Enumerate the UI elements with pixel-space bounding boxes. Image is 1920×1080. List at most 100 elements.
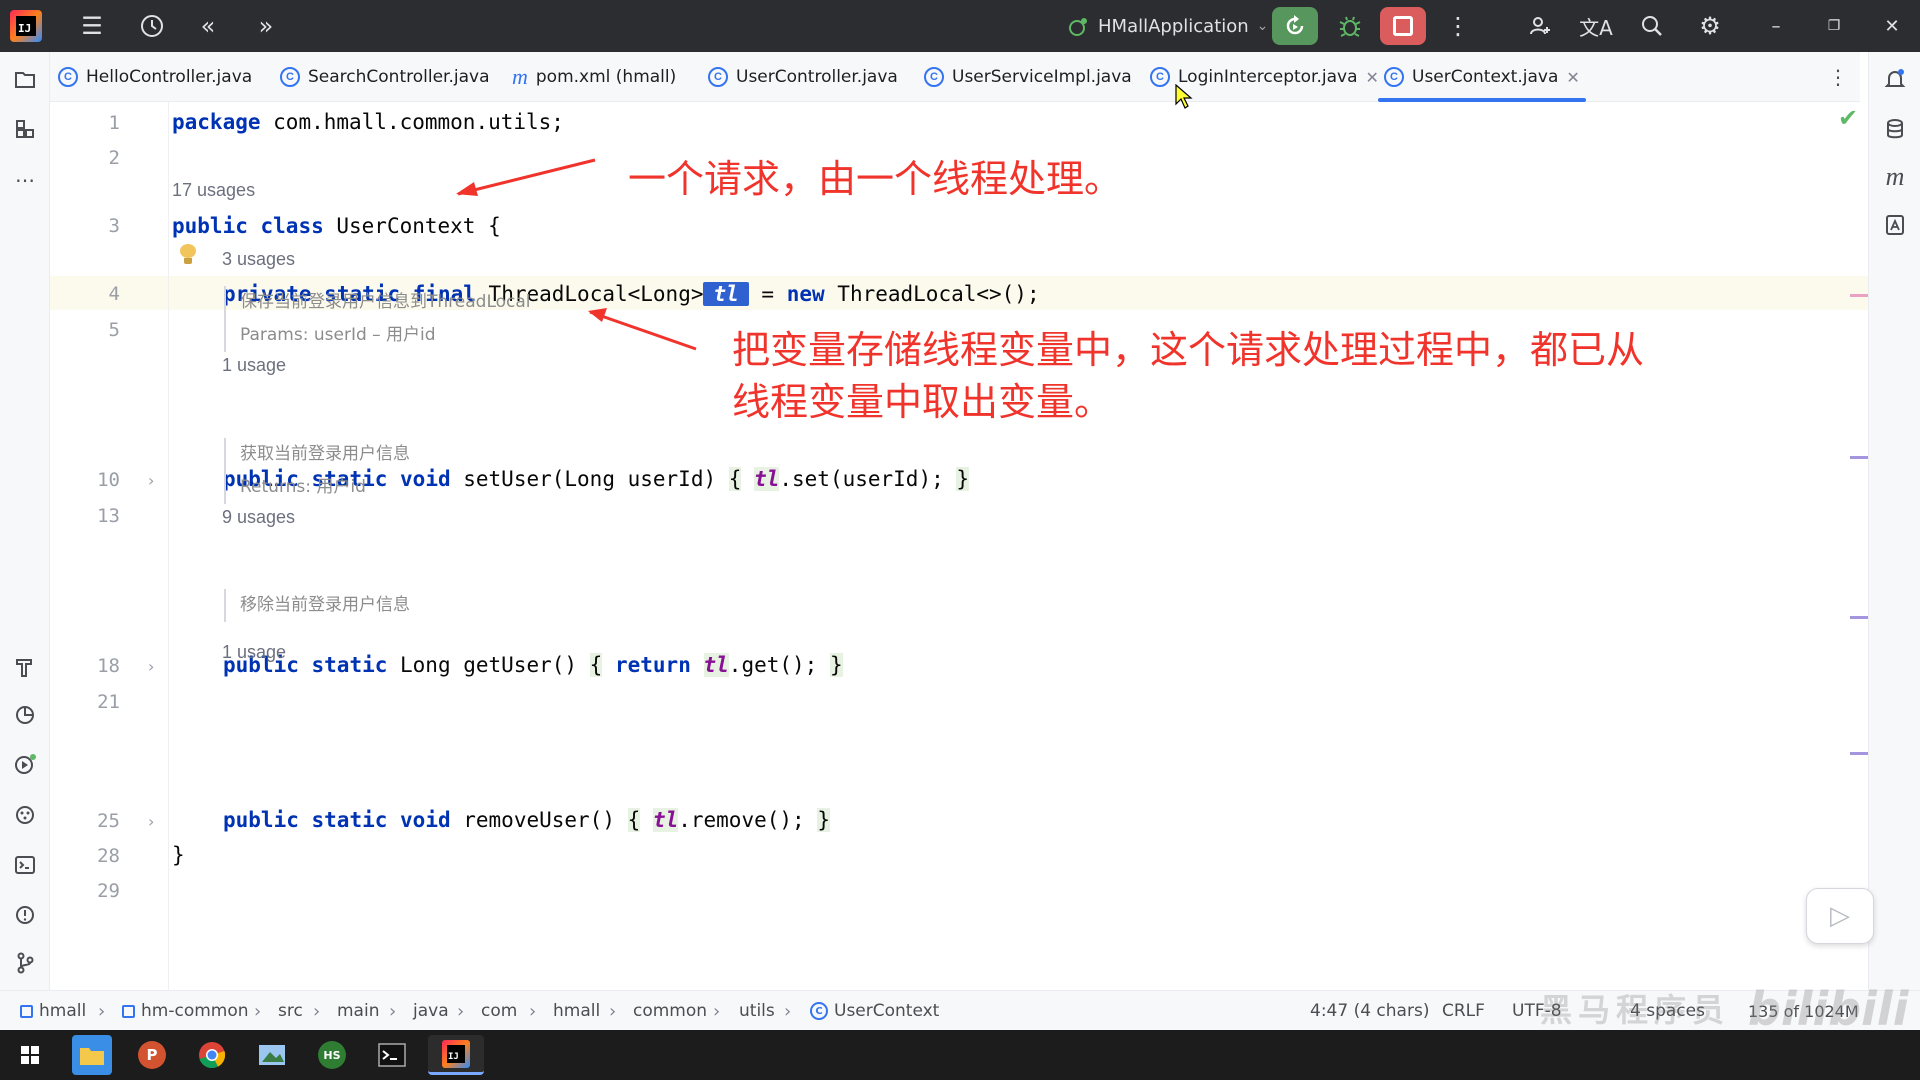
intellij-logo-icon[interactable]: IJ bbox=[10, 10, 42, 42]
class-icon: C bbox=[924, 67, 944, 87]
notifications-bell-icon[interactable] bbox=[1878, 62, 1912, 96]
breadcrumb-item[interactable]: main bbox=[337, 991, 379, 1031]
screenshot-tool-icon[interactable] bbox=[252, 1035, 292, 1075]
annotation-note-1: 一个请求，由一个线程处理。 bbox=[628, 157, 1123, 201]
database-icon[interactable] bbox=[1878, 112, 1912, 146]
tab-user-context[interactable]: C UserContext.java ✕ bbox=[1378, 52, 1586, 102]
breadcrumb-chevron-icon: › bbox=[784, 1000, 792, 1022]
class-icon: C bbox=[1384, 67, 1404, 87]
breadcrumb-item[interactable]: utils bbox=[739, 991, 775, 1031]
chevron-down-icon: ⌄ bbox=[1256, 18, 1269, 34]
stop-button[interactable] bbox=[1380, 7, 1426, 45]
editor-tab-bar: C HelloController.java C SearchControlle… bbox=[50, 52, 1860, 102]
breadcrumb-chevron-icon: › bbox=[529, 1000, 537, 1022]
navigate-forward-icon[interactable]: » bbox=[246, 6, 286, 46]
recent-files-clock-icon[interactable] bbox=[132, 6, 172, 46]
bilibili-watermark: bilibili bbox=[1748, 982, 1909, 1036]
profiler-icon[interactable] bbox=[8, 698, 42, 732]
windows-start-icon[interactable] bbox=[10, 1035, 50, 1075]
breadcrumb-label: main bbox=[337, 1001, 380, 1021]
breadcrumb-item[interactable]: C UserContext bbox=[810, 991, 939, 1031]
module-icon bbox=[20, 1004, 33, 1018]
breadcrumb-chevron-icon: › bbox=[457, 1000, 465, 1022]
breadcrumb-item[interactable]: java bbox=[413, 991, 449, 1031]
left-tool-strip: … bbox=[0, 52, 50, 990]
translate-icon[interactable]: 文A bbox=[1576, 6, 1616, 46]
breadcrumb-item[interactable]: com bbox=[481, 991, 517, 1031]
breadcrumb-label: common bbox=[633, 1001, 708, 1021]
more-tools-icon[interactable]: … bbox=[8, 158, 42, 192]
line-separator[interactable]: CRLF bbox=[1442, 991, 1485, 1031]
tab-label: UserContext.java bbox=[1412, 67, 1559, 87]
class-icon: C bbox=[810, 1002, 828, 1020]
class-icon: C bbox=[280, 67, 300, 87]
tab-search-controller[interactable]: C SearchController.java bbox=[280, 52, 490, 102]
close-window-icon[interactable]: ✕ bbox=[1872, 6, 1912, 46]
video-play-icon[interactable]: ▷ bbox=[1806, 888, 1874, 944]
code-editor[interactable]: ✔ 1 2 3 4 5 10 13 18 21 25 28 29 › › › p… bbox=[50, 84, 1868, 990]
git-branch-icon[interactable] bbox=[8, 946, 42, 980]
tab-user-controller[interactable]: C UserController.java bbox=[708, 52, 898, 102]
breadcrumb-chevron-icon: › bbox=[609, 1000, 617, 1022]
breadcrumb-label: hmall bbox=[39, 1001, 87, 1021]
more-actions-icon[interactable]: ⋮ bbox=[1438, 6, 1478, 46]
mouse-cursor-icon bbox=[1175, 84, 1193, 109]
debug-button[interactable] bbox=[1330, 7, 1370, 45]
problems-icon[interactable] bbox=[8, 898, 42, 932]
structure-icon[interactable] bbox=[8, 112, 42, 146]
annotation-arrows bbox=[456, 158, 697, 351]
main-menu-icon[interactable]: ☰ bbox=[72, 6, 112, 46]
file-explorer-icon[interactable] bbox=[72, 1035, 112, 1075]
breadcrumb-label: src bbox=[278, 1001, 303, 1021]
command-terminal-icon[interactable] bbox=[372, 1035, 412, 1075]
plugins-icon[interactable] bbox=[8, 798, 42, 832]
add-user-icon[interactable] bbox=[1520, 6, 1560, 46]
breadcrumb-label: java bbox=[413, 1001, 449, 1021]
search-icon[interactable] bbox=[1632, 6, 1672, 46]
maven-icon[interactable]: m bbox=[1878, 160, 1912, 194]
breadcrumb-chevron-icon: › bbox=[313, 1000, 321, 1022]
tab-user-service-impl[interactable]: C UserServiceImpl.java bbox=[924, 52, 1132, 102]
breadcrumb-label: hmall bbox=[553, 1001, 601, 1021]
breadcrumb-item[interactable]: common bbox=[633, 991, 707, 1031]
tab-label: UserServiceImpl.java bbox=[952, 67, 1132, 87]
breadcrumb-item[interactable]: src bbox=[278, 991, 303, 1031]
settings-gear-icon[interactable]: ⚙ bbox=[1690, 6, 1730, 46]
tab-label: HelloController.java bbox=[86, 67, 253, 87]
rerun-icon bbox=[1286, 15, 1304, 35]
breadcrumb-label: utils bbox=[739, 1001, 775, 1021]
maven-icon: m bbox=[512, 64, 528, 89]
title-bar: IJ ☰ « » HMallApplication ⌄ ⋮ 文A ⚙ – ❐ ✕ bbox=[0, 0, 1920, 52]
minimize-window-icon[interactable]: – bbox=[1756, 6, 1796, 46]
navigate-back-icon[interactable]: « bbox=[188, 6, 228, 46]
project-folder-icon[interactable] bbox=[8, 62, 42, 96]
close-tab-icon[interactable]: ✕ bbox=[1366, 68, 1379, 87]
terminal-icon[interactable] bbox=[8, 848, 42, 882]
breadcrumb-item[interactable]: hmall bbox=[553, 991, 600, 1031]
stop-icon bbox=[1393, 16, 1413, 36]
close-tab-icon[interactable]: ✕ bbox=[1566, 68, 1579, 87]
breadcrumb-item[interactable]: hmall bbox=[20, 991, 86, 1031]
tab-label: SearchController.java bbox=[308, 67, 490, 87]
tab-label: LoginInterceptor.java bbox=[1178, 67, 1358, 87]
powerpoint-icon[interactable]: P bbox=[132, 1035, 172, 1075]
build-hammer-icon[interactable] bbox=[8, 650, 42, 684]
rerun-button[interactable] bbox=[1272, 7, 1318, 45]
class-icon: C bbox=[1150, 67, 1170, 87]
intellij-taskbar-icon[interactable]: IJ bbox=[428, 1035, 484, 1075]
caret-position[interactable]: 4:47 (4 chars) bbox=[1310, 991, 1429, 1031]
breadcrumb-item[interactable]: hm-common bbox=[122, 991, 249, 1031]
restore-window-icon[interactable]: ❐ bbox=[1814, 6, 1854, 46]
annotation-line: 线程变量中取出变量。 bbox=[732, 380, 1113, 424]
tab-pom-xml[interactable]: m pom.xml (hmall) bbox=[512, 52, 676, 102]
run-configuration-selector[interactable]: HMallApplication ⌄ bbox=[1058, 10, 1278, 42]
breadcrumb-chevron-icon: › bbox=[713, 1000, 721, 1022]
tab-label: pom.xml (hmall) bbox=[535, 67, 677, 87]
services-run-icon[interactable] bbox=[8, 748, 42, 782]
chrome-browser-icon[interactable] bbox=[192, 1035, 232, 1075]
ai-assistant-icon[interactable] bbox=[1878, 208, 1912, 242]
breadcrumb-label: UserContext bbox=[834, 1001, 940, 1021]
tab-hello-controller[interactable]: C HelloController.java bbox=[58, 52, 252, 102]
hs-app-icon[interactable]: HS bbox=[312, 1035, 352, 1075]
tab-options-icon[interactable]: ⋮ bbox=[1828, 52, 1848, 102]
